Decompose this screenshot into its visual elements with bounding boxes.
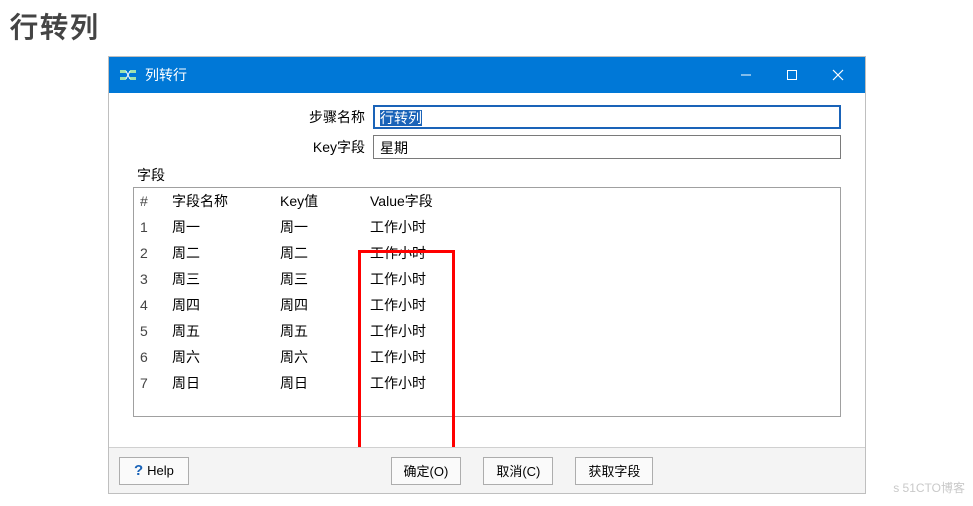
- cell-val[interactable]: 工作小时: [364, 344, 840, 370]
- minimize-button[interactable]: [723, 57, 769, 93]
- row-key-field: Key字段 星期: [133, 135, 841, 159]
- cell-idx: 3: [134, 266, 166, 292]
- center-buttons: 确定(O) 取消(C) 获取字段: [391, 457, 654, 485]
- cell-key[interactable]: 周二: [274, 240, 364, 266]
- cell-val[interactable]: 工作小时: [364, 214, 840, 240]
- input-step-name[interactable]: 行转列: [373, 105, 841, 129]
- table-header-row: # 字段名称 Key值 Value字段: [134, 188, 840, 214]
- cell-val[interactable]: 工作小时: [364, 292, 840, 318]
- help-label: Help: [147, 463, 174, 478]
- cell-val[interactable]: 工作小时: [364, 266, 840, 292]
- close-button[interactable]: [815, 57, 861, 93]
- cell-name[interactable]: 周一: [166, 214, 274, 240]
- cell-idx: 5: [134, 318, 166, 344]
- page-heading: 行转列: [10, 6, 973, 46]
- col-val-header: Value字段: [364, 188, 840, 214]
- table-row[interactable]: 7周日周日工作小时: [134, 370, 840, 396]
- app-icon: [119, 66, 137, 84]
- cell-idx: 7: [134, 370, 166, 396]
- table-row[interactable]: 6周六周六工作小时: [134, 344, 840, 370]
- maximize-button[interactable]: [769, 57, 815, 93]
- table-row[interactable]: 1周一周一工作小时: [134, 214, 840, 240]
- table-container: # 字段名称 Key值 Value字段 1周一周一工作小时2周二周二工作小时3周…: [133, 187, 841, 417]
- get-fields-button[interactable]: 获取字段: [575, 457, 653, 485]
- cell-idx: 2: [134, 240, 166, 266]
- fields-table: # 字段名称 Key值 Value字段 1周一周一工作小时2周二周二工作小时3周…: [134, 188, 840, 396]
- cell-name[interactable]: 周五: [166, 318, 274, 344]
- watermark-text: s 51CTO博客: [893, 479, 965, 496]
- window-title: 列转行: [145, 65, 723, 85]
- table-row[interactable]: 3周三周三工作小时: [134, 266, 840, 292]
- label-step-name: 步骤名称: [133, 107, 373, 127]
- input-key-field[interactable]: 星期: [373, 135, 841, 159]
- col-idx-header: #: [134, 188, 166, 214]
- table-row[interactable]: 4周四周四工作小时: [134, 292, 840, 318]
- help-button[interactable]: ? Help: [119, 457, 189, 485]
- ok-button[interactable]: 确定(O): [391, 457, 462, 485]
- cell-key[interactable]: 周六: [274, 344, 364, 370]
- title-bar: 列转行: [109, 57, 865, 93]
- dialog-window: 列转行 步骤名称 行转列 Key字段 星期 字段 # 字段名称 Key值 Val…: [108, 56, 866, 494]
- cell-name[interactable]: 周日: [166, 370, 274, 396]
- table-row[interactable]: 5周五周五工作小时: [134, 318, 840, 344]
- form-area: 步骤名称 行转列 Key字段 星期 字段 # 字段名称 Key值 Value字段…: [109, 93, 865, 417]
- help-icon: ?: [134, 462, 143, 479]
- cell-idx: 4: [134, 292, 166, 318]
- cell-key[interactable]: 周四: [274, 292, 364, 318]
- col-name-header: 字段名称: [166, 188, 274, 214]
- cell-idx: 1: [134, 214, 166, 240]
- table-row[interactable]: 2周二周二工作小时: [134, 240, 840, 266]
- label-key-field: Key字段: [133, 137, 373, 157]
- cell-val[interactable]: 工作小时: [364, 240, 840, 266]
- cell-key[interactable]: 周一: [274, 214, 364, 240]
- cell-key[interactable]: 周日: [274, 370, 364, 396]
- cell-key[interactable]: 周三: [274, 266, 364, 292]
- cell-idx: 6: [134, 344, 166, 370]
- cell-val[interactable]: 工作小时: [364, 318, 840, 344]
- button-bar: ? Help 确定(O) 取消(C) 获取字段: [109, 447, 865, 493]
- cancel-button[interactable]: 取消(C): [483, 457, 553, 485]
- cell-name[interactable]: 周四: [166, 292, 274, 318]
- cell-name[interactable]: 周三: [166, 266, 274, 292]
- cell-name[interactable]: 周二: [166, 240, 274, 266]
- fields-section-label: 字段: [137, 165, 841, 185]
- cell-val[interactable]: 工作小时: [364, 370, 840, 396]
- cell-key[interactable]: 周五: [274, 318, 364, 344]
- cell-name[interactable]: 周六: [166, 344, 274, 370]
- row-step-name: 步骤名称 行转列: [133, 105, 841, 129]
- col-key-header: Key值: [274, 188, 364, 214]
